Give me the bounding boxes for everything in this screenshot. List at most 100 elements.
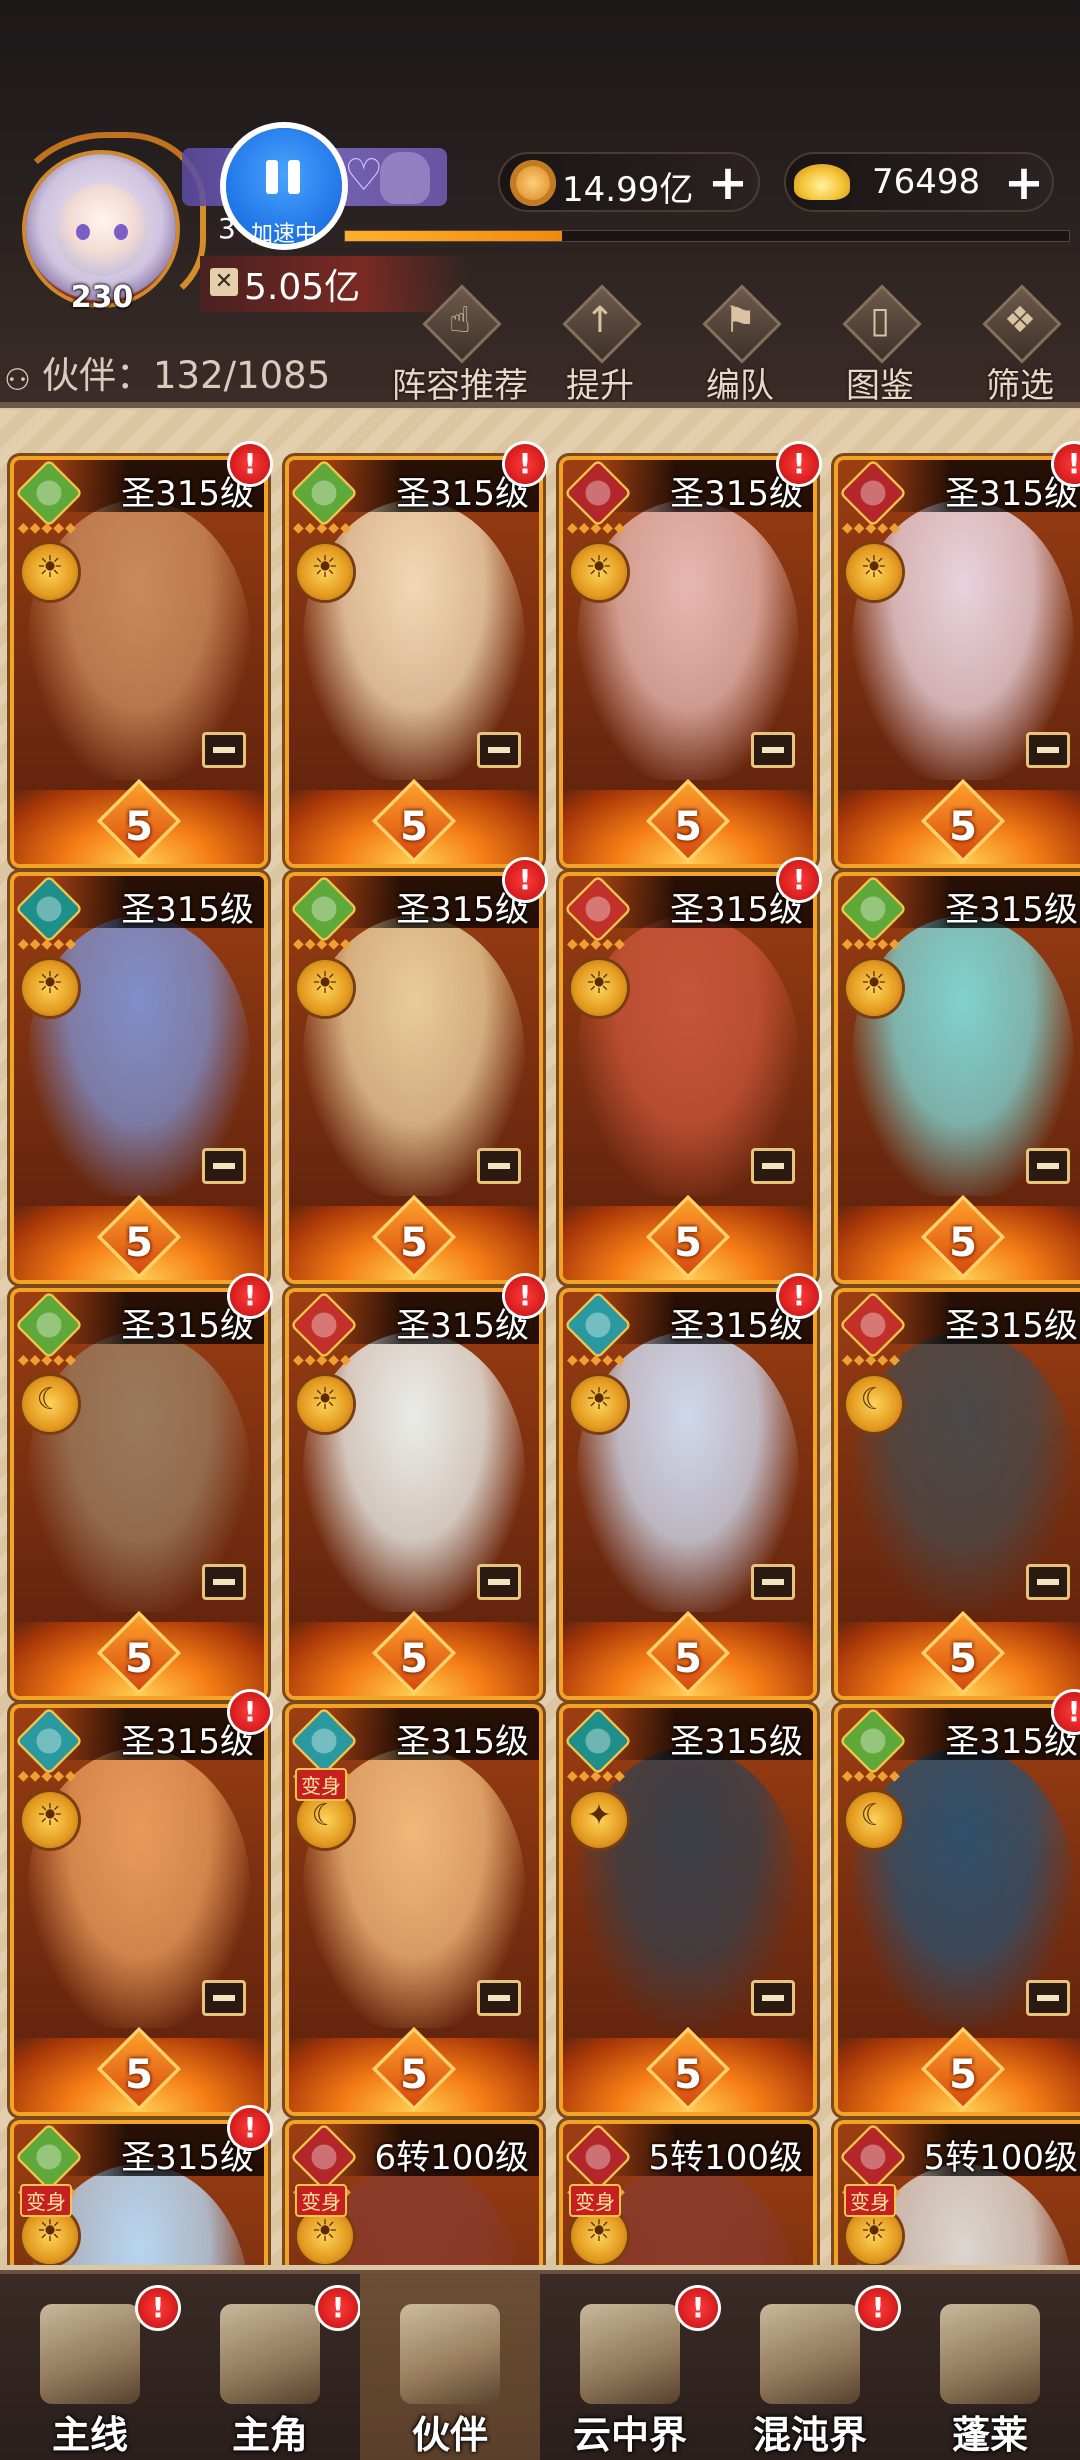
moon-role-icon: ☾ [846, 1376, 902, 1432]
star-count: 5 [125, 804, 153, 850]
nav-alert-badge: ! [318, 2288, 358, 2328]
add-ingots-button[interactable]: + [1000, 159, 1048, 208]
rank-pips: ◆◆◆◆◆ [293, 1352, 352, 1368]
nav-icon [40, 2304, 140, 2404]
transform-badge: 变身 [569, 2184, 621, 2217]
add-coins-button[interactable]: + [704, 159, 752, 208]
equipment-icon [202, 1148, 246, 1184]
rank-pips: ◆◆◆◆◆ [18, 1768, 77, 1784]
partner-card[interactable]: 圣315级 ◆◆◆◆◆ ☀ 5 [289, 876, 539, 1280]
partner-level: 圣315级 [945, 890, 1078, 930]
filter-button[interactable]: ❖ 筛选 [960, 284, 1080, 406]
star-count: 5 [674, 2052, 702, 2098]
rank-pips: ◆◆◆◆◆ [567, 1352, 626, 1368]
partner-card[interactable]: 5转100级 ◆◆◆◆◆ ☀ 变身 [563, 2124, 813, 2265]
partner-level: 6转100级 [374, 2138, 529, 2178]
partner-card[interactable]: 圣315级 ◆◆◆◆◆ ☀ 5 [14, 1708, 264, 2112]
nav-item[interactable]: 伙伴 [360, 2274, 540, 2460]
nav-label: 伙伴 [411, 2413, 488, 2457]
speed-pause-button[interactable]: 加速中 [226, 128, 342, 247]
player-avatar[interactable]: 230 [6, 132, 206, 315]
partner-card[interactable]: 圣315级 ◆◆◆◆◆ ☀ 5 [563, 876, 813, 1280]
partner-count: ⚇ 伙伴：132/1085 [0, 345, 330, 399]
star-count: 5 [400, 1220, 428, 1266]
equipment-icon [751, 732, 795, 768]
partner-level: 圣315级 [670, 1722, 803, 1762]
nav-icon [760, 2304, 860, 2404]
partner-card[interactable]: 圣315级 ◆◆◆◆◆ ☾ 5 [14, 1292, 264, 1696]
rank-pips: ◆◆◆◆◆ [18, 1352, 77, 1368]
sun-role-icon: ☀ [22, 1792, 78, 1848]
alert-badge: ! [779, 860, 819, 900]
formation-button[interactable]: ⚑ 编队 [680, 284, 800, 406]
avatar-face [56, 184, 148, 276]
partner-card[interactable]: 圣315级 ◆◆◆◆◆ ☀ 5 [289, 1292, 539, 1696]
recommend-lineup-button[interactable]: ☝ 阵容推荐 [392, 284, 528, 406]
partner-card[interactable]: 6转100级 ◆◆◆◆◆ ☀ 变身 [289, 2124, 539, 2265]
sun-role-icon: ☀ [297, 960, 353, 1016]
partner-card[interactable]: 圣315级 ◆◆◆◆◆ ☀ 5 [838, 876, 1080, 1280]
star-role-icon: ✦ [571, 1792, 627, 1848]
power-value: 5.05亿 [244, 267, 361, 308]
partner-card[interactable]: 圣315级 ◆◆◆◆◆ ☀ 5 [14, 876, 264, 1280]
alert-badge: ! [230, 1276, 270, 1316]
coin-value: 14.99亿 [562, 170, 694, 210]
exp-bar-fill [345, 231, 563, 241]
nav-label: 主角 [231, 2413, 308, 2457]
alert-badge: ! [505, 860, 545, 900]
rank-pips: ◆◆◆◆◆ [18, 520, 77, 536]
partner-card[interactable]: 圣315级 ◆◆◆◆◆ ☾ 5 [838, 1708, 1080, 2112]
partner-card[interactable]: 圣315级 ◆◆◆◆◆ ☀ 变身 [14, 2124, 264, 2265]
transform-badge: 变身 [20, 2184, 72, 2217]
nav-label: 主线 [51, 2413, 128, 2457]
partner-card[interactable]: 圣315级 ◆◆◆◆◆ ☀ 5 [563, 460, 813, 864]
sun-role-icon: ☀ [571, 960, 627, 1016]
nav-label: 蓬莱 [951, 2413, 1028, 2457]
partner-card[interactable]: 圣315级 ◆◆◆◆◆ ☀ 5 [838, 460, 1080, 864]
exp-bar [344, 230, 1070, 242]
partners-icon: ⚇ [4, 362, 31, 398]
equipment-icon [477, 1148, 521, 1184]
star-count: 5 [400, 1636, 428, 1682]
nav-icon [580, 2304, 680, 2404]
alert-badge: ! [505, 444, 545, 484]
equipment-icon [1026, 732, 1070, 768]
recommend-label: 阵容推荐 [392, 366, 528, 406]
star-count: 5 [949, 2052, 977, 2098]
partner-level: 5转100级 [923, 2138, 1078, 2178]
partner-level: 圣315级 [121, 890, 254, 930]
star-count: 5 [400, 2052, 428, 2098]
partner-card[interactable]: 5转100级 ◆◆◆◆◆ ☀ 变身 [838, 2124, 1080, 2265]
partner-card[interactable]: 圣315级 ◆◆◆◆◆ ☾ 5变身 [289, 1708, 539, 2112]
equipment-icon [1026, 1564, 1070, 1600]
partner-card[interactable]: 圣315级 ◆◆◆◆◆ ☾ 5 [838, 1292, 1080, 1696]
filter-label: 筛选 [986, 366, 1054, 406]
star-count: 5 [949, 804, 977, 850]
equipment-icon [477, 1564, 521, 1600]
equipment-icon [477, 1980, 521, 2016]
star-count: 5 [125, 2052, 153, 2098]
partner-count-text: 伙伴：132/1085 [42, 354, 331, 397]
partner-card[interactable]: 圣315级 ◆◆◆◆◆ ✦ 5 [563, 1708, 813, 2112]
alert-badge: ! [230, 1692, 270, 1732]
avatar-left-eye [76, 224, 90, 240]
codex-button[interactable]: ▯ 图鉴 [820, 284, 940, 406]
partner-card[interactable]: 圣315级 ◆◆◆◆◆ ☀ 5 [289, 460, 539, 864]
nav-label: 云中界 [572, 2413, 687, 2457]
partner-grid: 圣315级 ◆◆◆◆◆ ☀ 5! 圣315级 ◆◆◆◆◆ ☀ 5! 圣315级 … [0, 410, 1080, 2265]
upgrade-button[interactable]: ↑ 提升 [540, 284, 660, 406]
alert-badge: ! [505, 1276, 545, 1316]
nav-item[interactable]: 蓬莱 [900, 2274, 1080, 2460]
transform-badge: 变身 [844, 2184, 896, 2217]
transform-badge: 变身 [295, 1768, 347, 1801]
alert-badge: ! [230, 444, 270, 484]
partner-card[interactable]: 圣315级 ◆◆◆◆◆ ☀ 5 [14, 460, 264, 864]
equipment-icon [751, 1564, 795, 1600]
rank-pips: ◆◆◆◆◆ [293, 936, 352, 952]
partner-level: 圣315级 [945, 1306, 1078, 1346]
star-count: 5 [674, 1636, 702, 1682]
partner-card[interactable]: 圣315级 ◆◆◆◆◆ ☀ 5 [563, 1292, 813, 1696]
rank-pips: ◆◆◆◆◆ [842, 1352, 901, 1368]
sun-role-icon: ☀ [297, 1376, 353, 1432]
star-count: 5 [674, 1220, 702, 1266]
